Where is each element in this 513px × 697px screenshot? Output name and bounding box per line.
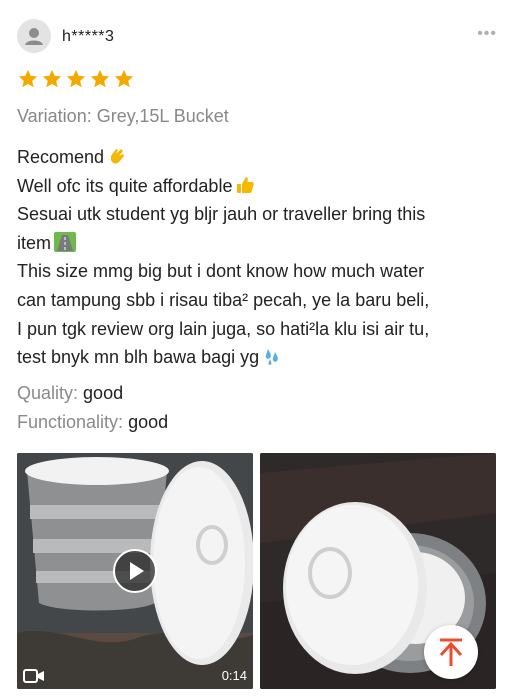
road-icon [54,231,77,252]
arrow-up-icon [439,638,463,666]
reviewer-username: h*****3 [62,28,115,45]
star-rating [17,68,135,90]
review-video-thumbnail[interactable]: 0:14 [17,453,253,689]
functionality-label: Functionality: [17,412,124,432]
review-body: Recomend Well ofc its quite affordable S… [17,143,497,372]
avatar[interactable] [17,19,51,53]
functionality-attribute: Functionality: good [17,412,168,433]
review-line: test bnyk mn blh bawa bagi yg [17,343,497,372]
star-icon [42,69,62,88]
review-line: I pun tgk review org lain juga, so hati²… [17,318,430,339]
review-line: item [17,229,497,258]
user-icon [25,28,43,45]
quality-attribute: Quality: good [17,383,123,404]
video-duration: 0:14 [221,668,247,683]
star-icon [18,69,38,88]
review-line: Well ofc its quite affordable [17,172,497,201]
thumbs-up-icon [237,176,255,193]
play-button[interactable] [113,549,157,593]
review-line: can tampung sbb i risau tiba² pecah, ye … [17,289,430,310]
review-line: Sesuai utk student yg bljr jauh or trave… [17,204,426,225]
review-header: h*****3 ••• [17,19,497,55]
quality-value: good [83,383,124,403]
sweat-droplets-icon [265,349,278,366]
video-camera-icon [23,669,44,683]
review-line: Recomend [17,143,497,172]
variation-text: Variation: Grey,15L Bucket [17,106,229,126]
more-dots-icon[interactable]: ••• [477,25,497,43]
scroll-to-top-button[interactable] [424,625,478,679]
star-icon [90,69,110,88]
clapping-hands-icon [111,149,125,164]
quality-label: Quality: [17,383,79,403]
star-icon [66,69,86,88]
review-line: This size mmg big but i dont know how mu… [17,261,425,282]
play-icon [130,562,144,580]
star-icon [114,69,134,88]
functionality-value: good [128,412,169,432]
